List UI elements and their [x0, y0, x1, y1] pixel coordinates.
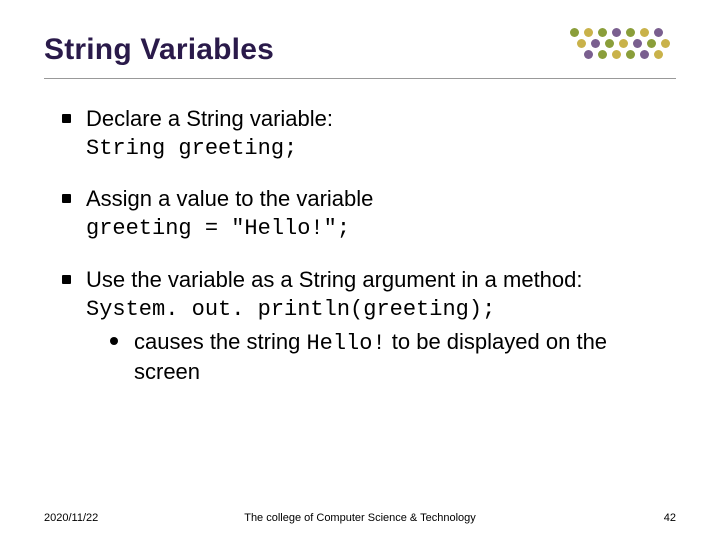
title-row: String Variables — [44, 28, 676, 79]
bullet-text: Use the variable as a String argument in… — [86, 267, 583, 292]
sub-text-pre: causes the string — [134, 329, 306, 354]
list-item: Use the variable as a String argument in… — [62, 266, 676, 387]
code-snippet: greeting = "Hello!"; — [86, 216, 350, 241]
footer: 2020/11/22 The college of Computer Scien… — [0, 512, 720, 524]
list-item: Assign a value to the variable greeting … — [62, 185, 676, 243]
code-snippet: System. out. println(greeting); — [86, 297, 495, 322]
footer-org: The college of Computer Science & Techno… — [0, 512, 720, 524]
decorative-dots-icon — [566, 28, 676, 72]
sub-list: causes the string Hello! to be displayed… — [86, 328, 676, 386]
bullet-list: Declare a String variable: String greeti… — [44, 105, 676, 386]
page-title: String Variables — [44, 33, 274, 67]
list-item: Declare a String variable: String greeti… — [62, 105, 676, 163]
slide: String Variables Declare a Strin — [0, 0, 720, 540]
code-snippet: String greeting; — [86, 136, 297, 161]
sub-list-item: causes the string Hello! to be displayed… — [110, 328, 676, 386]
code-inline: Hello! — [306, 331, 385, 356]
bullet-text: Declare a String variable: — [86, 106, 333, 131]
bullet-text: Assign a value to the variable — [86, 186, 373, 211]
